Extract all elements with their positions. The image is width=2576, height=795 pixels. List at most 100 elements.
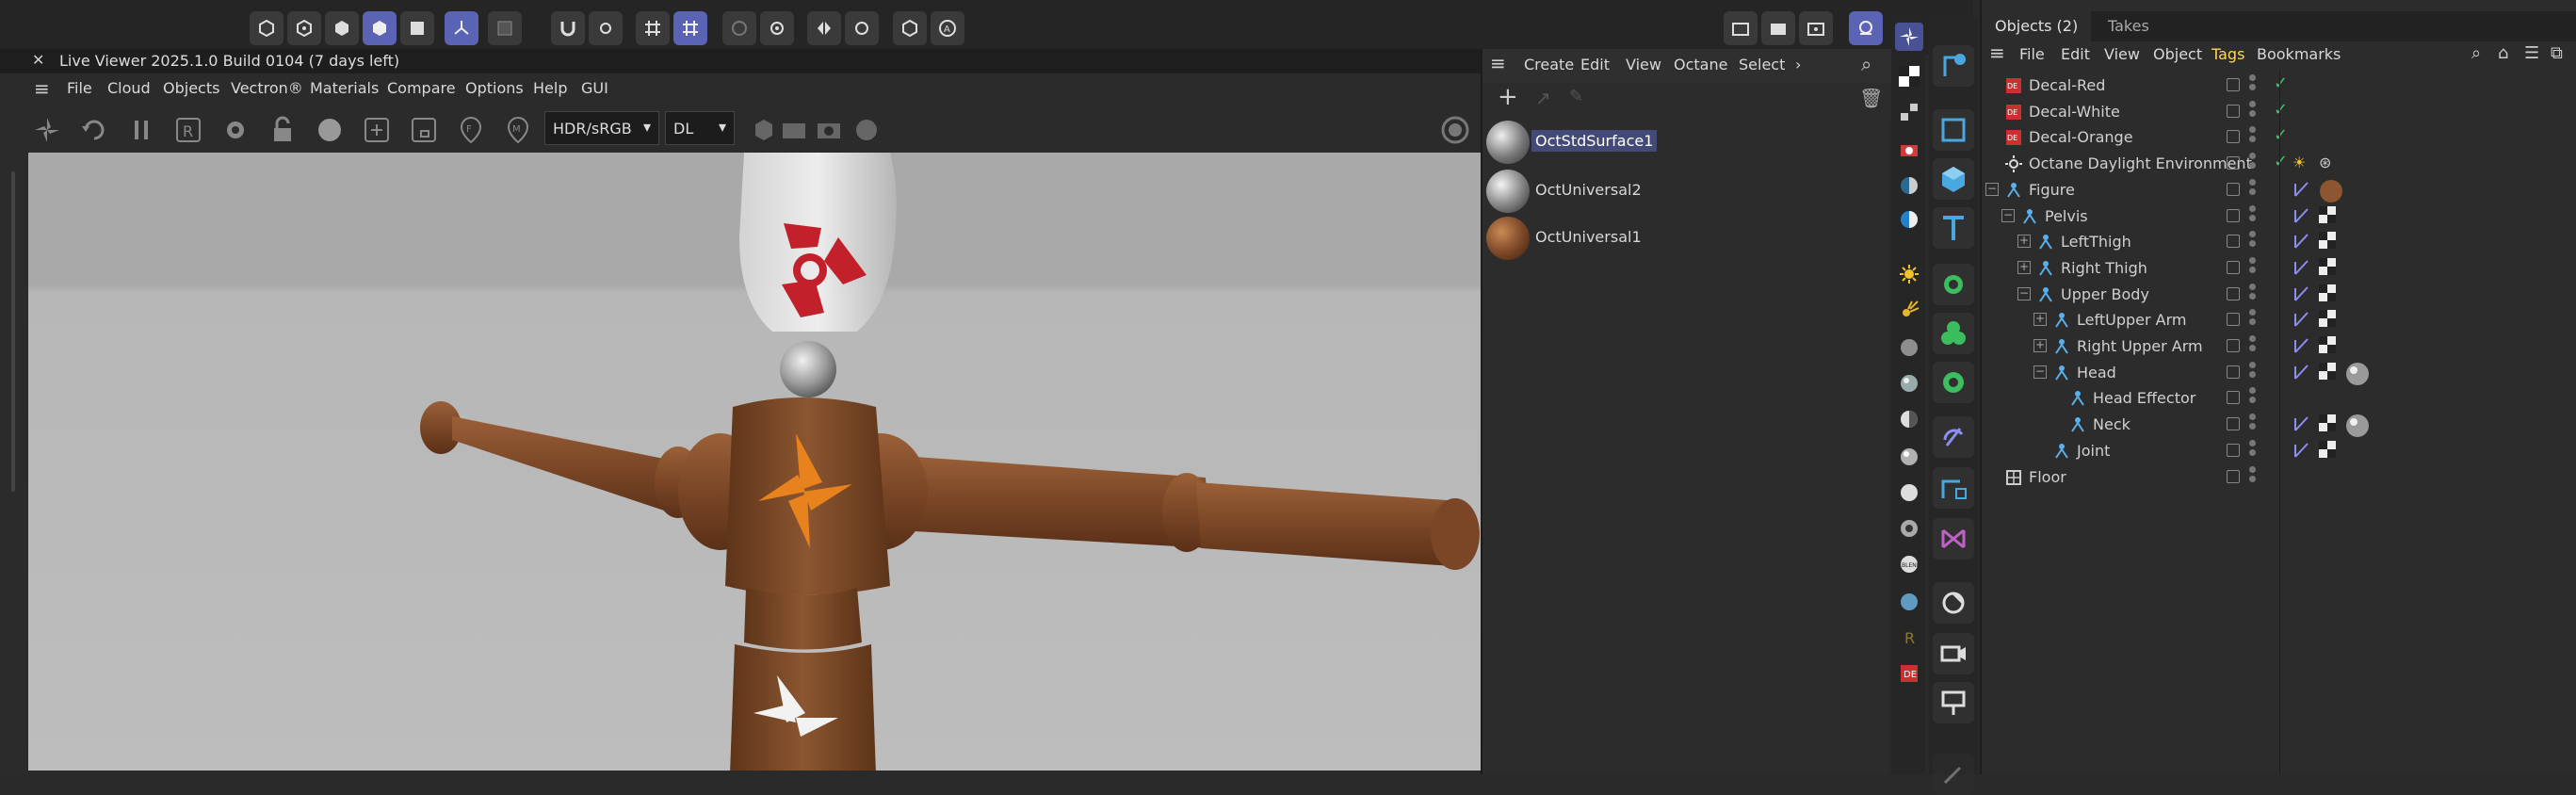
expand-icon[interactable]: + bbox=[2033, 339, 2047, 352]
render-view-icon[interactable] bbox=[1724, 11, 1758, 45]
editor-visibility-checkbox[interactable] bbox=[2227, 365, 2240, 379]
mix-material-icon[interactable] bbox=[1895, 405, 1923, 433]
visibility-dots[interactable] bbox=[2249, 178, 2257, 200]
glossy-material-icon[interactable] bbox=[1895, 369, 1923, 398]
points-mode-icon[interactable] bbox=[287, 11, 321, 45]
menu-file[interactable]: File bbox=[67, 79, 92, 97]
visibility-dots[interactable] bbox=[2249, 387, 2257, 408]
metal-material-tag-icon[interactable] bbox=[2345, 362, 2370, 385]
decal-icon[interactable]: DE bbox=[1895, 659, 1923, 688]
metal-material-icon[interactable] bbox=[1895, 443, 1923, 471]
add-region-icon[interactable] bbox=[360, 113, 394, 147]
render-progress-icon[interactable] bbox=[1438, 113, 1472, 147]
tonemap-icon[interactable] bbox=[1895, 171, 1923, 200]
cube-icon[interactable] bbox=[1933, 158, 1974, 200]
cloner-icon[interactable] bbox=[1933, 313, 1974, 354]
ik-tag-icon[interactable] bbox=[2292, 310, 2311, 329]
restart-render-icon[interactable] bbox=[77, 113, 111, 147]
collapse-icon[interactable]: − bbox=[2001, 208, 2015, 222]
checker-tag-icon[interactable] bbox=[2319, 284, 2338, 303]
editor-visibility-checkbox[interactable] bbox=[2227, 156, 2240, 170]
ik-tag-icon[interactable] bbox=[2292, 363, 2311, 381]
close-icon[interactable]: ✕ bbox=[32, 51, 44, 69]
tab-takes[interactable]: Takes bbox=[2095, 11, 2163, 41]
node-editor-icon[interactable] bbox=[1895, 98, 1923, 126]
expand-icon[interactable]: + bbox=[2017, 260, 2031, 274]
edges-mode-icon[interactable] bbox=[325, 11, 359, 45]
scene-icon[interactable] bbox=[1933, 582, 1974, 624]
wood-material-tag-icon[interactable] bbox=[2319, 179, 2343, 203]
checker-tag-icon[interactable] bbox=[2319, 362, 2338, 381]
checker-tag-icon[interactable] bbox=[2319, 310, 2338, 329]
ik-tag-icon[interactable] bbox=[2292, 336, 2311, 355]
material-picker-icon[interactable]: M bbox=[501, 113, 535, 147]
uv-mode-icon[interactable] bbox=[400, 11, 434, 45]
axis-mode-icon[interactable] bbox=[445, 11, 478, 45]
render-region-r-icon[interactable]: R bbox=[171, 113, 205, 147]
ik-tag-icon[interactable] bbox=[2292, 284, 2311, 303]
editor-visibility-checkbox[interactable] bbox=[2227, 286, 2240, 300]
settings-gear-icon[interactable] bbox=[219, 113, 252, 147]
editor-visibility-checkbox[interactable] bbox=[2227, 417, 2240, 431]
cube-frame-icon[interactable] bbox=[1933, 109, 1974, 151]
editor-visibility-checkbox[interactable] bbox=[2227, 182, 2240, 196]
menu-vectron[interactable]: Vectron® bbox=[231, 79, 303, 97]
collapse-icon[interactable]: − bbox=[2033, 365, 2047, 379]
menu-cloud[interactable]: Cloud bbox=[107, 79, 151, 97]
editor-visibility-checkbox[interactable] bbox=[2227, 104, 2240, 118]
snap-settings-icon[interactable] bbox=[589, 11, 623, 45]
editor-visibility-checkbox[interactable] bbox=[2227, 235, 2240, 249]
mm-menu-select[interactable]: Select bbox=[1739, 56, 1785, 73]
box-icon[interactable] bbox=[777, 113, 811, 147]
more-menu-icon[interactable]: › bbox=[1795, 56, 1801, 73]
material-item[interactable]: OctUniversal1 bbox=[1482, 215, 1891, 262]
visibility-dots[interactable] bbox=[2249, 414, 2257, 434]
ik-tag-icon[interactable] bbox=[2292, 180, 2311, 199]
visibility-dots[interactable] bbox=[2249, 256, 2257, 278]
trash-icon[interactable]: 🗑 bbox=[1859, 87, 1883, 109]
visibility-dots[interactable] bbox=[2249, 126, 2257, 147]
polygons-mode-icon[interactable] bbox=[363, 11, 397, 45]
grid-icon[interactable] bbox=[636, 11, 670, 45]
new-window-icon[interactable]: ⧉ bbox=[2551, 43, 2563, 63]
workplane-icon[interactable] bbox=[673, 11, 707, 45]
blend-material-icon[interactable]: BLEND bbox=[1895, 550, 1923, 578]
search-icon[interactable]: ⌕ bbox=[1861, 53, 1871, 75]
hamburger-icon[interactable]: ≡ bbox=[1989, 41, 2005, 64]
toon-material-icon[interactable] bbox=[1895, 514, 1923, 543]
sphere-icon[interactable] bbox=[850, 113, 883, 147]
material-item[interactable]: OctStdSurface1 bbox=[1482, 119, 1891, 166]
visibility-dots[interactable] bbox=[2249, 309, 2257, 330]
octane-live-viewer-icon[interactable] bbox=[1849, 11, 1883, 45]
hamburger-icon[interactable]: ≡ bbox=[1490, 52, 1506, 74]
menu-gui[interactable]: GUI bbox=[581, 79, 608, 97]
arrow-icon[interactable]: ↗ bbox=[1535, 87, 1551, 109]
tab-objects[interactable]: Objects (2) bbox=[1982, 11, 2092, 41]
collapse-icon[interactable]: − bbox=[2017, 286, 2031, 300]
octane-icon[interactable] bbox=[1895, 23, 1923, 51]
enabled-check-icon[interactable]: ✓ bbox=[2274, 152, 2288, 171]
mm-menu-create[interactable]: Create bbox=[1524, 56, 1574, 73]
kernel-select[interactable]: DL ▾ bbox=[665, 111, 735, 145]
generator-icon[interactable] bbox=[1933, 264, 1974, 305]
model-mode-icon[interactable] bbox=[250, 11, 284, 45]
editor-visibility-checkbox[interactable] bbox=[2227, 313, 2240, 327]
visibility-dots[interactable] bbox=[2249, 74, 2257, 95]
visibility-dots[interactable] bbox=[2249, 465, 2257, 487]
target-tag-icon[interactable]: ⊛ bbox=[2319, 154, 2331, 171]
metal-material-tag-icon[interactable] bbox=[2345, 414, 2370, 438]
render-settings-clap-icon[interactable] bbox=[1799, 11, 1833, 45]
viewport-shape-icon[interactable] bbox=[747, 113, 781, 147]
focus-picker-icon[interactable]: F bbox=[454, 113, 488, 147]
menu-options[interactable]: Options bbox=[465, 79, 524, 97]
octane-logo-icon[interactable] bbox=[30, 113, 64, 147]
visibility-dots[interactable] bbox=[2249, 439, 2257, 461]
pause-icon[interactable] bbox=[124, 113, 158, 147]
edit-icon[interactable]: ✎ bbox=[1569, 87, 1583, 106]
visibility-dots[interactable] bbox=[2249, 231, 2257, 251]
layered-material-icon[interactable]: R bbox=[1895, 624, 1923, 652]
checker-tag-icon[interactable] bbox=[2319, 440, 2338, 460]
visibility-dots[interactable] bbox=[2249, 361, 2257, 382]
search-icon[interactable]: ⌕ bbox=[2471, 43, 2481, 63]
pen-icon[interactable] bbox=[1933, 754, 1974, 795]
